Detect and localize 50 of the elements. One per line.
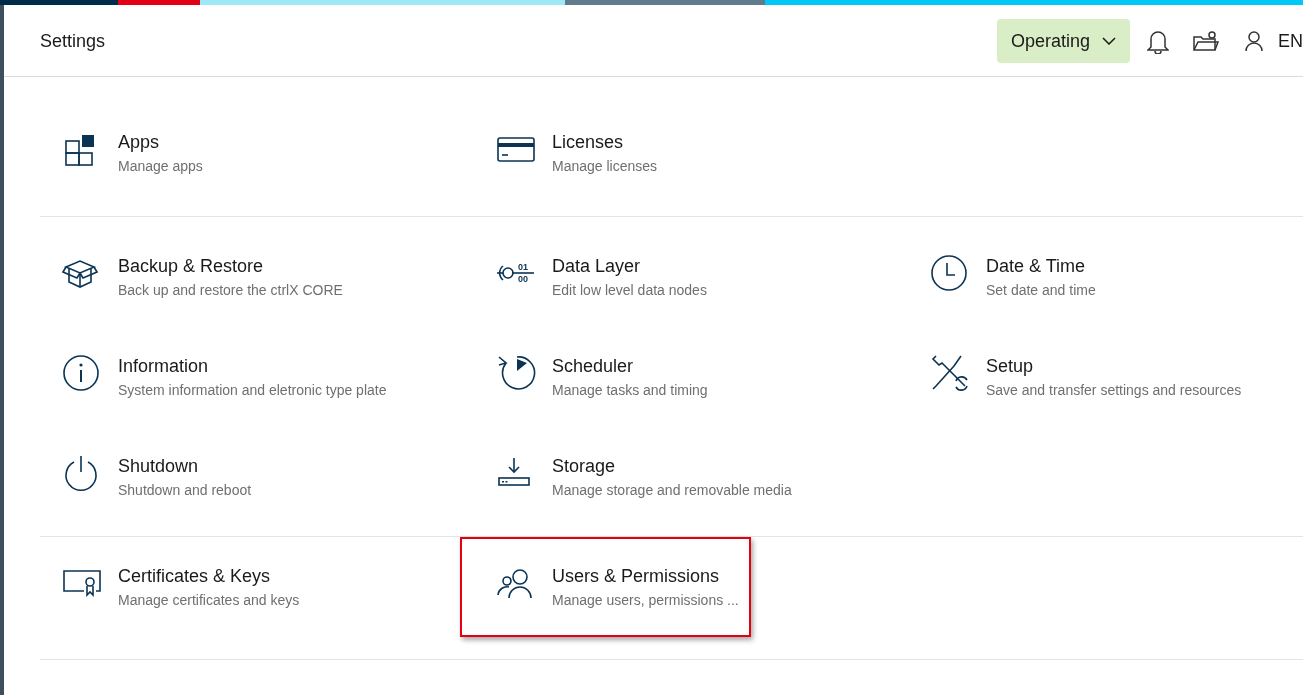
tile-description: Manage storage and removable media	[552, 481, 792, 500]
settings-tile[interactable]: Storage Manage storage and removable media	[460, 427, 804, 527]
tile-description: Manage apps	[118, 157, 203, 176]
timer-icon	[496, 353, 536, 393]
settings-tile[interactable]: Scheduler Manage tasks and timing	[460, 327, 720, 427]
tile-title: Certificates & Keys	[118, 565, 272, 588]
tile-title: Data Layer	[552, 255, 642, 278]
tile-description: Set date and time	[986, 281, 1096, 300]
tile-title: Setup	[986, 355, 1035, 378]
tile-title: Backup & Restore	[118, 255, 265, 278]
tile-title: Users & Permissions	[552, 565, 721, 588]
tile-description: Back up and restore the ctrlX CORE	[118, 281, 343, 300]
folder-gear-icon	[1193, 29, 1219, 52]
tile-title: Scheduler	[552, 355, 635, 378]
language-selector[interactable]: EN	[1278, 26, 1303, 55]
tile-description: Shutdown and reboot	[118, 481, 252, 500]
icon-digits: 00	[518, 274, 528, 284]
tile-description: Save and transfer settings and resources	[986, 381, 1242, 400]
tile-title: Shutdown	[118, 455, 200, 478]
settings-tile[interactable]: Shutdown Shutdown and reboot	[26, 427, 264, 527]
tile-title: Apps	[118, 131, 161, 154]
tile-description: Manage users, permissions ...	[552, 591, 739, 610]
tools-icon	[930, 353, 970, 393]
settings-tile[interactable]: Backup & Restore Back up and restore the ctrlX CORE	[26, 227, 355, 327]
data-node-icon	[496, 265, 535, 281]
tile-description: Manage tasks and timing	[552, 381, 708, 400]
tile-description: Edit low level data nodes	[552, 281, 707, 300]
tile-description: Manage certificates and keys	[118, 591, 300, 610]
tile-description: Manage licenses	[552, 157, 658, 176]
page-title: Settings	[40, 29, 106, 53]
settings-tile[interactable]: Users & Permissions Manage users, permissions ...	[460, 537, 751, 637]
tile-title: Date & Time	[986, 255, 1087, 278]
tile-title: Information	[118, 355, 210, 378]
settings-tile[interactable]: Information System information and eletronic type plate	[26, 327, 399, 427]
tile-description: System information and eletronic type plate	[118, 381, 387, 400]
clock-icon	[930, 254, 968, 292]
settings-tile[interactable]: Licenses Manage licenses	[460, 103, 670, 203]
status-dropdown[interactable]: Operating	[996, 18, 1130, 63]
settings-tile[interactable]: Date & Time Set date and time	[894, 227, 1108, 327]
icon-digits: 01	[518, 262, 528, 272]
settings-tile[interactable]: 01 00 Data Layer Edit low level data nodes	[460, 227, 719, 327]
tile-title: Licenses	[552, 131, 625, 154]
settings-tile[interactable]: Apps Manage apps	[26, 103, 215, 203]
power-icon	[62, 453, 100, 493]
info-icon	[62, 354, 100, 392]
settings-tile[interactable]: Setup Save and transfer settings and resources	[894, 327, 1254, 427]
chevron-down-icon	[1102, 36, 1116, 45]
tile-title: Storage	[552, 455, 617, 478]
user-icon	[1244, 29, 1264, 52]
settings-tile[interactable]: Certificates & Keys Manage certificates and keys	[26, 537, 312, 637]
